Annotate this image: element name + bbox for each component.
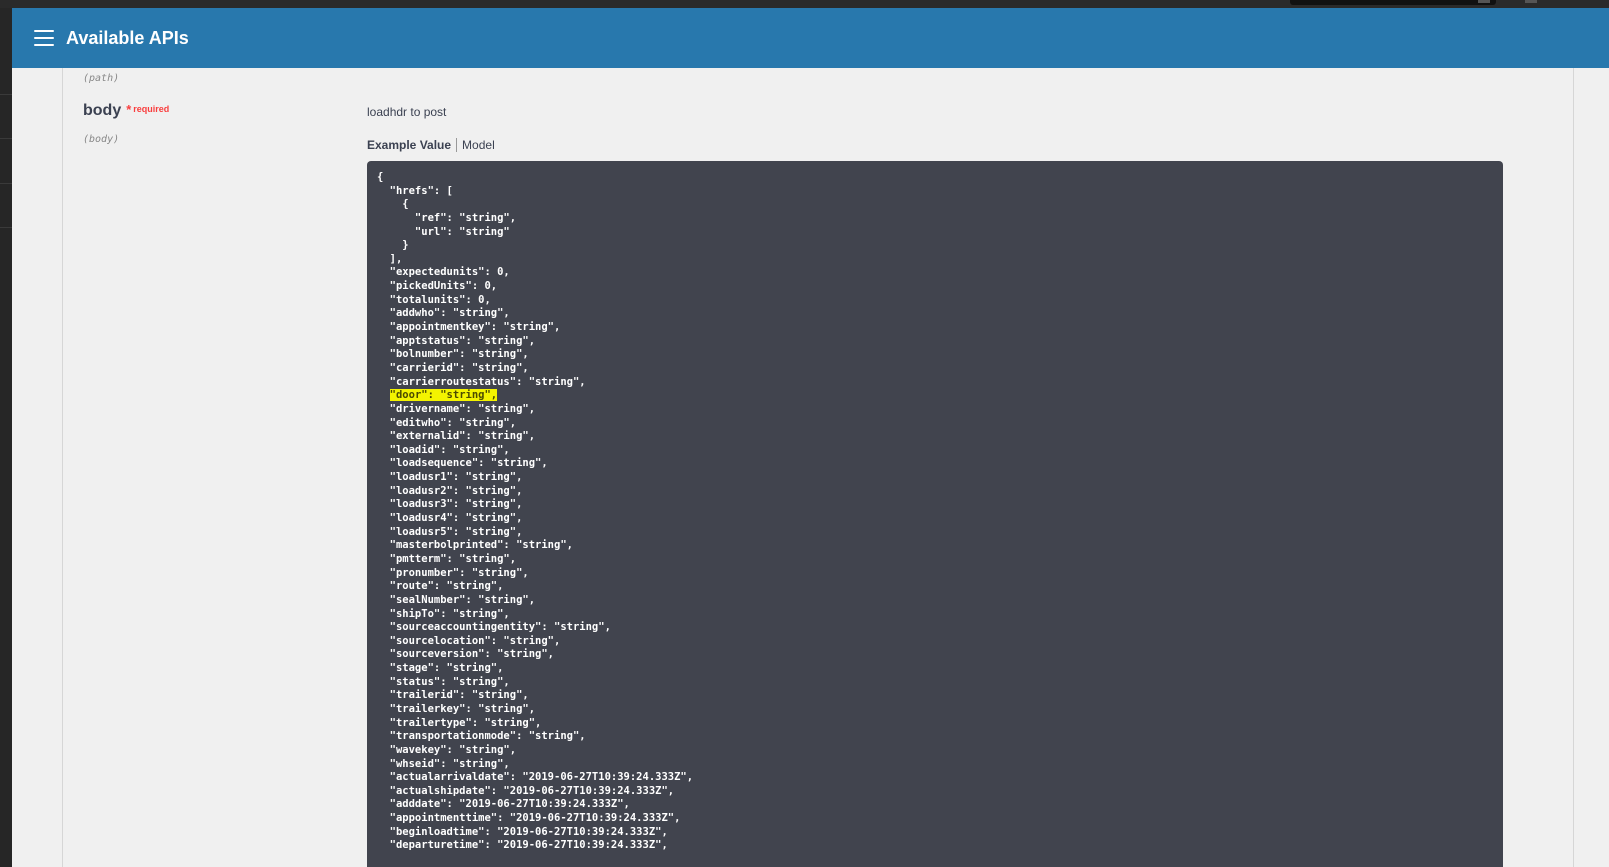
code-line: "masterbolprinted": "string", [377,539,573,552]
param-location-body: (body) [83,134,120,145]
example-model-tabs: Example Value Model [367,138,495,152]
param-name-text: body [83,102,122,119]
code-line: "trailerid": "string", [377,689,529,702]
code-line: "trailerkey": "string", [377,702,536,715]
code-line: "sourcelocation": "string", [377,634,561,647]
code-line: "pmtterm": "string", [377,552,517,565]
code-line: "carrierroutestatus": "string", [377,375,586,388]
code-line: "shipTo": "string", [377,607,510,620]
code-line: "departuretime": "2019-06-27T10:39:24.33… [377,839,668,852]
code-line: { [377,171,384,183]
code-line: "apptstatus": "string", [377,334,536,347]
code-line: ], [377,252,403,265]
page-title: Available APIs [66,27,189,48]
code-line: "stage": "string", [377,662,504,675]
code-line: "appointmenttime": "2019-06-27T10:39:24.… [377,812,681,825]
app-header: Available APIs [12,8,1609,68]
code-line: "transportationmode": "string", [377,730,586,743]
code-line: "status": "string", [377,675,510,688]
code-line: "bolnumber": "string", [377,348,529,361]
code-line: "loadusr5": "string", [377,525,523,538]
code-line: "sealNumber": "string", [377,593,536,606]
code-line: "actualshipdate": "2019-06-27T10:39:24.3… [377,784,675,797]
required-label: required [133,104,170,114]
code-line: "loadusr4": "string", [377,512,523,525]
required-star: * [126,102,132,117]
window-control[interactable] [1478,0,1490,3]
code-line: "loadusr3": "string", [377,498,523,511]
code-line: "editwho": "string", [377,416,517,429]
code-line: "carrierid": "string", [377,361,529,374]
code-line: "appointmentkey": "string", [377,321,561,334]
code-line: "trailertype": "string", [377,716,542,729]
code-line: "pickedUnits": 0, [377,280,498,293]
code-line: "pronumber": "string", [377,566,529,579]
code-line: "sourceaccountingentity": "string", [377,621,611,634]
code-line: "ref": "string", [377,211,517,224]
highlighted-text: "door": "string", [389,389,498,402]
code-line: "door": "string", [377,389,1493,403]
code-line: "drivername": "string", [377,402,536,415]
code-line: "expectedunits": 0, [377,266,510,279]
hamburger-menu-icon[interactable] [34,30,54,46]
code-line: "url": "string" [377,225,510,238]
param-location-path: (path) [83,73,120,84]
code-line: "addwho": "string", [377,307,510,320]
operation-panel: (path) body * required (body) loadhdr to p… [62,68,1574,867]
code-line: "whseid": "string", [377,757,510,770]
code-line: "adddate": "2019-06-27T10:39:24.333Z", [377,798,630,811]
code-line: "wavekey": "string", [377,743,517,756]
code-line: { [377,198,409,211]
param-name-body: body * required [83,102,169,120]
code-line: "loadusr1": "string", [377,471,523,484]
code-line: "hrefs": [ [377,184,453,197]
swagger-app: Available APIs (path) body * required (bod… [12,8,1609,867]
os-top-strip [0,0,1609,8]
code-line: "loadsequence": "string", [377,457,548,470]
code-line: "loadid": "string", [377,443,510,456]
code-line: "sourceversion": "string", [377,648,555,661]
code-line: "totalunits": 0, [377,293,491,306]
code-line: "actualarrivaldate": "2019-06-27T10:39:2… [377,771,694,784]
tab-example-value[interactable]: Example Value [367,138,458,152]
code-line: "externalid": "string", [377,430,536,443]
code-line: } [377,239,409,252]
tab-model[interactable]: Model [457,138,495,152]
code-line: "beginloadtime": "2019-06-27T10:39:24.33… [377,825,668,838]
code-line: "route": "string", [377,580,504,593]
top-search-bar[interactable] [1290,0,1496,5]
left-gutter [0,8,12,867]
param-description: loadhdr to post [367,105,447,119]
code-line: "loadusr2": "string", [377,484,523,497]
example-value-code-block[interactable]: { "hrefs": [ { "ref": "string", "url": "… [367,161,1503,867]
window-control[interactable] [1525,0,1537,3]
